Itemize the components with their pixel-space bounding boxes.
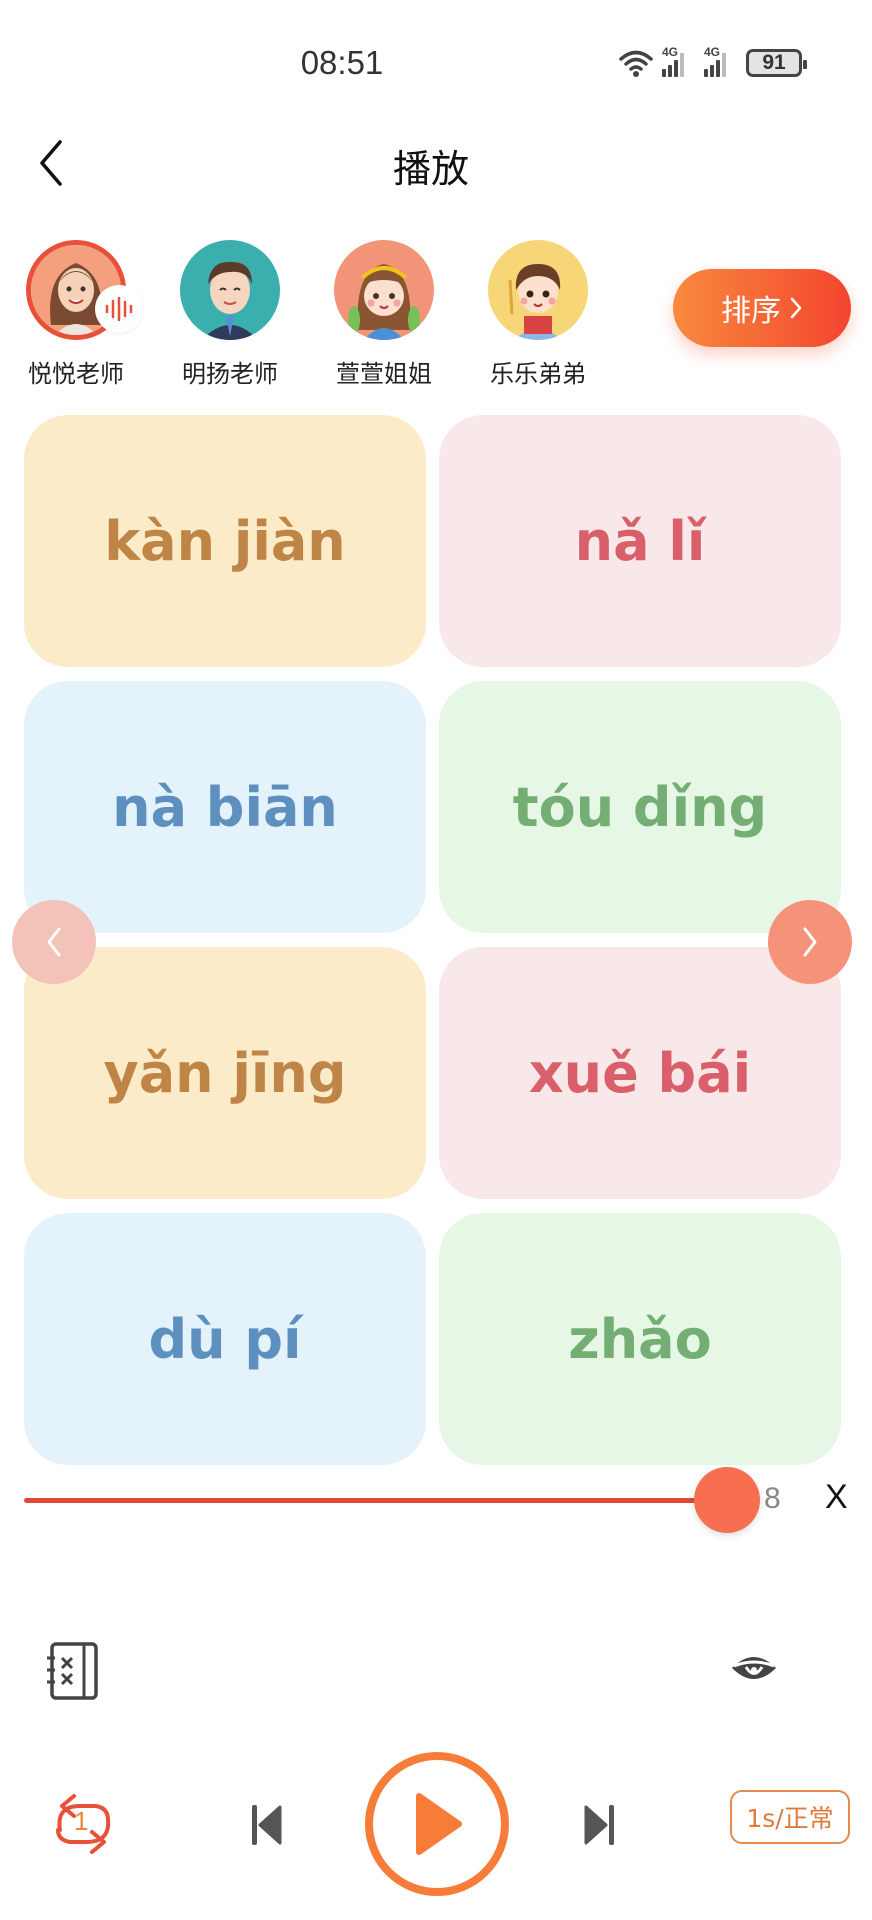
pinyin-card[interactable]: xuě bái [439, 947, 841, 1199]
pinyin-card[interactable]: dù pí [24, 1213, 426, 1465]
pinyin-card[interactable]: nǎ lǐ [439, 415, 841, 667]
pinyin-text: zhǎo [568, 1307, 712, 1371]
close-slider-button[interactable]: X [825, 1478, 848, 1517]
speaker-name: 萱萱姐姐 [336, 360, 432, 388]
progress-slider-thumb[interactable] [694, 1467, 760, 1533]
previous-track-button[interactable] [246, 1795, 286, 1855]
back-button[interactable] [30, 138, 74, 188]
speaker-item-yueyue[interactable]: 悦悦老师 [6, 240, 146, 389]
avatar [488, 240, 588, 340]
previous-page-button[interactable] [12, 900, 96, 984]
pinyin-card[interactable]: nà biān [24, 681, 426, 933]
next-page-button[interactable] [768, 900, 852, 984]
teacher-male-avatar-icon [202, 261, 258, 340]
cellular-signal-1-icon: 4G [662, 45, 696, 77]
speaker-item-lele[interactable]: 乐乐弟弟 [468, 240, 608, 389]
status-icons: 4G 4G 91 [618, 45, 807, 80]
pinyin-card[interactable]: kàn jiàn [24, 415, 426, 667]
avatar [180, 240, 280, 340]
speaker-name: 悦悦老师 [28, 360, 124, 388]
battery-indicator: 91 [746, 49, 807, 77]
speaker-item-xuanxuan[interactable]: 萱萱姐姐 [314, 240, 454, 389]
girl-avatar-icon [348, 264, 420, 340]
pinyin-text: dù pí [148, 1307, 302, 1371]
avatar [334, 240, 434, 340]
voice-wave-icon [95, 285, 143, 333]
sort-button[interactable]: 排序 [673, 269, 851, 347]
cellular-signal-2-icon: 4G [704, 45, 738, 77]
progress-count: 8 [764, 1482, 781, 1515]
pinyin-card[interactable]: zhǎo [439, 1213, 841, 1465]
hide-toggle-button[interactable] [728, 1650, 788, 1710]
speaker-item-mingyang[interactable]: 明扬老师 [160, 240, 300, 389]
pinyin-text: nǎ lǐ [574, 509, 706, 573]
boy-avatar-icon [508, 264, 562, 340]
chevron-right-icon [803, 927, 817, 957]
page-title: 播放 [392, 147, 469, 191]
speed-button[interactable]: 1s/正常 [730, 1790, 850, 1844]
speaker-name: 明扬老师 [182, 360, 278, 388]
eye-icon [732, 1657, 776, 1679]
pinyin-text: nà biān [112, 775, 338, 839]
repeat-button[interactable]: 1 [46, 1790, 120, 1858]
status-time: 08:51 [300, 44, 384, 81]
notebook-button[interactable] [46, 1640, 106, 1700]
pinyin-text: tóu dǐng [512, 775, 768, 839]
pinyin-text: xuě bái [528, 1041, 752, 1105]
chevron-left-icon [40, 140, 62, 186]
pinyin-text: yǎn jīng [103, 1041, 347, 1105]
chevron-right-icon [790, 297, 802, 319]
progress-slider-track[interactable] [24, 1498, 727, 1503]
pinyin-card[interactable]: tóu dǐng [439, 681, 841, 933]
wifi-icon [619, 50, 653, 77]
notebook-icon [47, 1642, 98, 1700]
chevron-left-icon [47, 927, 61, 957]
sort-label: 排序 [721, 294, 781, 329]
avatar [26, 240, 143, 340]
skip-next-icon [584, 1805, 614, 1845]
pinyin-card[interactable]: yǎn jīng [24, 947, 426, 1199]
next-track-button[interactable] [580, 1795, 620, 1855]
skip-previous-icon [252, 1805, 282, 1845]
play-icon [416, 1793, 462, 1855]
pinyin-text: kàn jiàn [104, 509, 346, 573]
speaker-name: 乐乐弟弟 [490, 360, 586, 388]
repeat-count: 1 [74, 1806, 89, 1836]
play-button[interactable] [365, 1752, 509, 1896]
